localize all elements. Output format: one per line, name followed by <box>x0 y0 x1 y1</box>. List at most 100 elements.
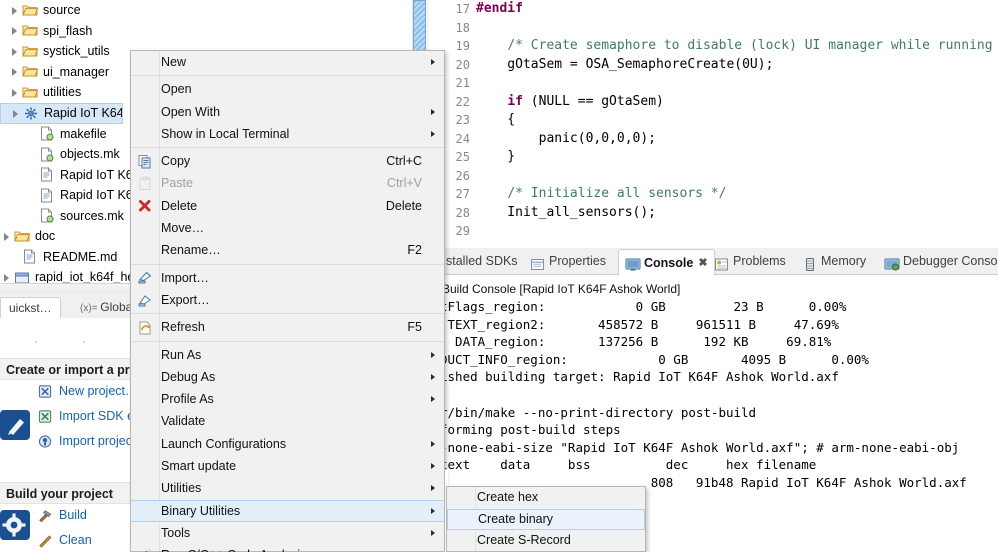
menu-item-move[interactable]: Move… <box>131 217 444 239</box>
line-number: 24 <box>440 130 474 149</box>
code-line: #endif <box>476 0 998 19</box>
project-context-menu[interactable]: New OpenOpen WithShow in Local Terminal Co… <box>130 50 445 552</box>
delete-icon <box>136 198 154 214</box>
line-number: 26 <box>440 167 474 186</box>
menu-item-tools[interactable]: Tools <box>131 522 444 544</box>
menu-item-open-with[interactable]: Open With <box>131 101 444 123</box>
tree-item-label: utilities <box>43 82 81 103</box>
menu-item-delete[interactable]: DeleteDelete <box>131 195 444 217</box>
decoration-dot-left: · <box>34 336 40 348</box>
brush-icon <box>38 533 55 548</box>
tree-item-source[interactable]: source <box>0 0 412 21</box>
expand-arrow-icon[interactable] <box>10 88 19 97</box>
quickstart-link-label: Import project <box>59 430 135 452</box>
menu-item-rename[interactable]: Rename…F2 <box>131 239 444 261</box>
menu-item-validate[interactable]: Validate <box>131 410 444 432</box>
quickstart-link-import-sdk-ex[interactable]: Import SDK ex <box>38 405 140 427</box>
expand-arrow-icon[interactable] <box>10 6 19 15</box>
menu-item-profile-as[interactable]: Profile As <box>131 388 444 410</box>
chevron-right-icon <box>431 374 435 380</box>
memory-icon <box>802 255 817 268</box>
line-number: 28 <box>440 204 474 223</box>
chevron-right-icon <box>431 463 435 469</box>
code-line: panic(0,0,0,0); <box>476 130 998 149</box>
debugger-icon <box>884 255 899 268</box>
makefile-icon <box>39 126 56 141</box>
menu-item-label: Open <box>159 78 192 100</box>
tab-quickstart[interactable]: uickst… <box>0 297 61 319</box>
chevron-right-icon <box>431 508 435 514</box>
quickstart-link-import-project[interactable]: Import project <box>38 430 135 452</box>
submenu-item-create-hex[interactable]: Create hex <box>447 487 645 509</box>
editor-code-area[interactable]: #endif /* Create semaphore to disable (l… <box>476 0 998 228</box>
console-tab-label: stalled SDKs <box>446 248 518 274</box>
menu-item-copy[interactable]: CopyCtrl+C <box>131 150 444 172</box>
chevron-right-icon <box>431 441 435 447</box>
console-tab-bar[interactable]: stalled SDKsPropertiesConsole✖ Problems Me… <box>440 248 998 275</box>
tree-item-spi-flash[interactable]: spi_flash <box>0 21 412 42</box>
console-tab-debugger-console[interactable]: Debugger Console <box>878 248 998 274</box>
expand-arrow-icon[interactable] <box>2 232 11 241</box>
menu-item-label: Export… <box>159 289 210 311</box>
menu-item-paste[interactable]: PasteCtrl+V <box>131 172 444 194</box>
project-icon <box>14 270 31 283</box>
decoration-dot-right: · <box>82 336 88 348</box>
expand-arrow-icon[interactable] <box>10 26 19 35</box>
expand-arrow-icon[interactable] <box>2 273 11 282</box>
file-icon <box>22 249 39 264</box>
binary-utilities-submenu[interactable]: Create hexCreate binaryCreate S-Record <box>446 486 646 552</box>
console-tab-label: Problems <box>733 248 786 274</box>
menu-item-run-c-c-code-analysis[interactable]: Run C/C++ Code Analysis <box>131 544 444 552</box>
console-tab-label: Memory <box>821 248 866 274</box>
menu-item-label: Smart update <box>159 455 236 477</box>
line-number: 17 <box>440 0 474 19</box>
menu-item-new[interactable]: New <box>131 51 444 73</box>
menu-item-label: Rename… <box>159 239 221 261</box>
menu-item-run-as[interactable]: Run As <box>131 344 444 366</box>
tree-item-rapid-iot-k64[interactable]: Rapid IoT K64 <box>0 103 123 124</box>
variable-tag-icon: (x)= <box>80 303 100 314</box>
quickstart-link-clean[interactable]: Clean <box>38 529 92 551</box>
quickstart-link-build[interactable]: Build <box>38 504 87 526</box>
expand-arrow-icon[interactable] <box>10 47 19 56</box>
menu-item-binary-utilities[interactable]: Binary Utilities <box>131 500 444 522</box>
console-tab-properties[interactable]: Properties <box>524 248 612 274</box>
console-tab-memory[interactable]: Memory <box>796 248 872 274</box>
line-number: 19 <box>440 37 474 56</box>
menu-item-label: Open With <box>159 101 220 123</box>
console-tab-problems[interactable]: Problems <box>708 248 792 274</box>
quickstart-link-new-project[interactable]: New project… <box>38 380 138 402</box>
menu-item-debug-as[interactable]: Debug As <box>131 366 444 388</box>
menu-item-label: Move… <box>159 217 204 239</box>
menu-item-accelerator: Delete <box>386 195 422 217</box>
menu-item-import[interactable]: Import… <box>131 267 444 289</box>
expand-arrow-icon[interactable] <box>11 109 20 118</box>
code-editor[interactable]: 17181920212223242526272829 #endif /* Cre… <box>440 0 998 228</box>
tree-item-label: makefile <box>60 124 107 145</box>
menu-item-utilities[interactable]: Utilities <box>131 477 444 499</box>
menu-item-accelerator: F5 <box>407 316 422 338</box>
menu-item-refresh[interactable]: RefreshF5 <box>131 316 444 338</box>
file-icon <box>39 167 56 182</box>
menu-item-show-in-local-terminal[interactable]: Show in Local Terminal <box>131 123 444 145</box>
chevron-right-icon <box>431 396 435 402</box>
chevron-right-icon <box>431 485 435 491</box>
folder-icon <box>22 44 39 59</box>
refresh-icon <box>136 319 154 335</box>
expand-arrow-icon[interactable] <box>10 67 19 76</box>
submenu-item-create-s-record[interactable]: Create S-Record <box>447 530 645 552</box>
console-tab-console[interactable]: Console✖ <box>618 249 715 276</box>
import-sdk-icon <box>38 409 55 424</box>
file-icon <box>39 188 56 203</box>
tree-item-label: Rapid IoT K64 <box>60 165 140 186</box>
console-tab-stalled-sdks[interactable]: stalled SDKs <box>440 248 524 274</box>
menu-item-label: Launch Configurations <box>159 433 286 455</box>
menu-item-export[interactable]: Export… <box>131 289 444 311</box>
submenu-item-create-binary[interactable]: Create binary <box>447 509 645 531</box>
editor-scrollbar-thumb[interactable] <box>413 0 426 55</box>
menu-item-open[interactable]: Open <box>131 78 444 100</box>
menu-item-smart-update[interactable]: Smart update <box>131 455 444 477</box>
chevron-right-icon <box>431 352 435 358</box>
close-icon[interactable]: ✖ <box>698 251 707 275</box>
menu-item-launch-configurations[interactable]: Launch Configurations <box>131 433 444 455</box>
